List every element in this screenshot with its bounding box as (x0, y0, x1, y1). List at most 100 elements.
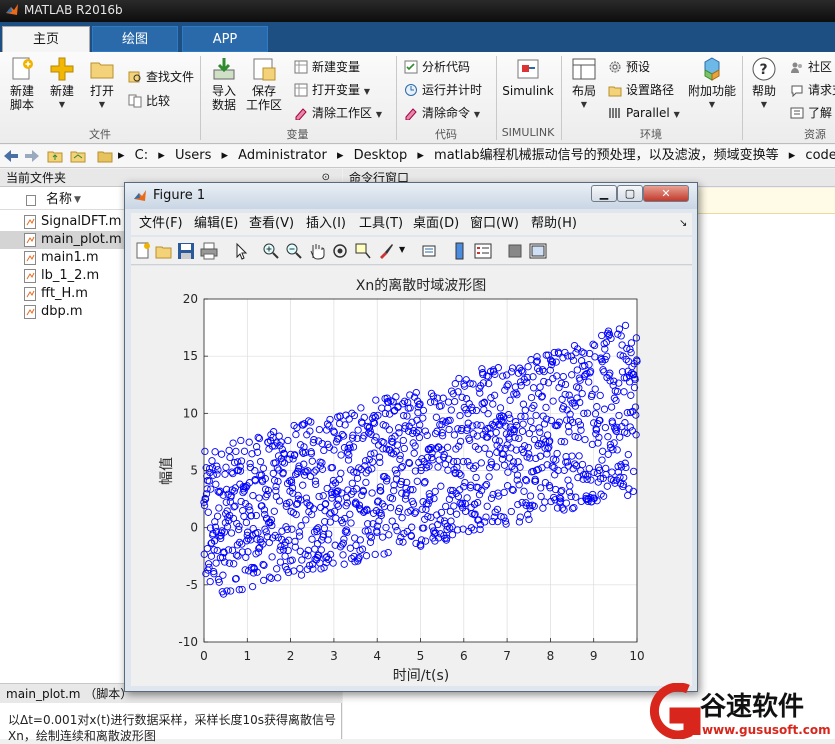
y-tick-label: 10 (183, 406, 198, 420)
folder-icon (97, 151, 113, 163)
request-support-button[interactable]: 请求支 (790, 81, 835, 99)
breadcrumb-item[interactable]: Desktop (354, 148, 408, 163)
crumb-separator: ▸ (336, 148, 344, 163)
preferences-button[interactable]: 预设 (608, 58, 650, 76)
community-label: 社区 (808, 60, 833, 74)
analyze-code-button[interactable]: 分析代码 (404, 58, 470, 76)
menu-help[interactable]: 帮助(H) (531, 213, 577, 235)
run-and-time-button[interactable]: 运行并计时 (404, 81, 482, 99)
tab-apps[interactable]: APP (182, 26, 268, 52)
breadcrumb-item[interactable]: Users (175, 148, 211, 163)
open-file-icon[interactable] (155, 242, 173, 260)
clear-workspace-button[interactable]: 清除工作区 ▼ (294, 104, 382, 122)
layout-label: 布局 (571, 84, 596, 98)
menu-overflow-icon[interactable]: ↘ (679, 213, 687, 235)
pointer-arrow-icon[interactable] (232, 242, 250, 260)
learn-button[interactable]: 了解 (790, 104, 832, 122)
forward-arrow-icon[interactable] (24, 149, 40, 163)
menu-insert[interactable]: 插入(I) (306, 213, 346, 235)
folder-open-icon (90, 62, 114, 79)
crumb-separator: ▸ (158, 148, 165, 163)
simulink-icon (517, 59, 539, 79)
help-button[interactable]: ? 帮助 ▼ (744, 56, 784, 112)
help-icon: ? (752, 57, 776, 81)
menu-window[interactable]: 窗口(W) (470, 213, 519, 235)
tab-plots[interactable]: 绘图 (92, 26, 178, 52)
import-data-button[interactable]: 导入 数据 (204, 56, 244, 112)
breadcrumb-item[interactable]: matlab编程机械振动信号的预处理，以及滤波，频域变换等 (434, 148, 779, 163)
menu-edit[interactable]: 编辑(E) (194, 213, 238, 235)
open-variable-button[interactable]: 打开变量 ▼ (294, 81, 370, 99)
community-button[interactable]: 社区 (790, 58, 832, 76)
matlab-figure-icon (134, 190, 146, 201)
file-name: main1.m (41, 250, 99, 265)
find-files-label: 查找文件 (146, 70, 195, 84)
watermark-brand: 谷速软件 (700, 692, 804, 722)
compare-button[interactable]: 比较 (128, 92, 170, 110)
support-icon (791, 85, 803, 97)
chevron-down-icon: ▼ (363, 87, 370, 96)
layout-button[interactable]: 布局 ▼ (564, 56, 604, 112)
community-icon (791, 62, 802, 73)
name-column-header[interactable]: 名称 (46, 190, 72, 210)
sort-arrow-icon: ▼ (74, 195, 81, 205)
m-file-icon (24, 305, 36, 319)
compare-icon (128, 94, 142, 108)
chevron-down-icon[interactable]: ▼ (399, 245, 405, 254)
show-plot-tools-icon[interactable] (529, 242, 547, 260)
rotate-3d-icon[interactable] (331, 242, 349, 260)
menu-file[interactable]: 文件(F) (139, 213, 183, 235)
figure-menu-bar: 文件(F) 编辑(E) 查看(V) 插入(I) 工具(T) 桌面(D) 窗口(W… (131, 213, 692, 235)
figure-title: Figure 1 (153, 188, 206, 203)
menu-tools[interactable]: 工具(T) (359, 213, 403, 235)
parallel-button[interactable]: Parallel ▼ (608, 104, 680, 122)
brush-icon[interactable] (377, 242, 395, 260)
hide-plot-tools-icon[interactable] (506, 242, 524, 260)
new-script-button[interactable]: 新建 脚本 (2, 56, 42, 112)
set-path-button[interactable]: 设置路径 (608, 81, 674, 99)
zoom-in-icon[interactable] (262, 242, 280, 260)
crumb-separator: ▸ (221, 148, 229, 163)
clear-commands-button[interactable]: 清除命令 ▼ (404, 104, 480, 122)
chevron-down-icon: ▼ (580, 100, 588, 109)
chevron-down-icon: ▼ (58, 100, 66, 109)
pan-hand-icon[interactable] (308, 242, 326, 260)
minimize-button[interactable]: ▁ (591, 185, 617, 202)
close-button[interactable]: ✕ (643, 185, 689, 202)
save-workspace-button[interactable]: 保存 工作区 (244, 56, 284, 112)
browse-folder-icon[interactable] (70, 149, 86, 163)
back-arrow-icon[interactable] (3, 149, 19, 163)
insert-legend-icon[interactable] (474, 242, 492, 260)
figure-title-bar[interactable]: Figure 1 ▁ ▢ ✕ (125, 183, 697, 209)
save-icon[interactable] (177, 242, 195, 260)
breadcrumb-item[interactable]: C: (135, 148, 148, 163)
scatter-chart[interactable]: 0 1 2 3 4 5 6 7 8 9 10 -10 -5 0 5 10 15 20 Xn的离散时域波形图 时间/… (131, 266, 692, 686)
print-icon[interactable] (200, 242, 218, 260)
ribbon: 新建 脚本 新建 ▼ 打开 ▼ 查找文件 比较 文件 导入 数据 保存 工作区 … (0, 52, 835, 144)
file-name: lb_1_2.m (41, 268, 100, 283)
simulink-button[interactable]: Simulink (500, 56, 556, 98)
menu-view[interactable]: 查看(V) (249, 213, 294, 235)
find-files-button[interactable]: 查找文件 (128, 68, 194, 86)
new-script-label-1: 新建 (9, 84, 34, 98)
gususoft-logo: 谷速软件 www.gususoft.com (649, 682, 831, 740)
maximize-button[interactable]: ▢ (617, 185, 643, 202)
data-cursor-icon[interactable] (354, 242, 372, 260)
menu-desktop[interactable]: 桌面(D) (413, 213, 459, 235)
insert-colorbar-icon[interactable] (451, 242, 469, 260)
tab-home[interactable]: 主页 (2, 26, 90, 52)
addons-button[interactable]: 附加功能 ▼ (686, 56, 738, 112)
y-axis-label: 幅值 (159, 457, 175, 485)
new-button[interactable]: 新建 ▼ (42, 56, 82, 112)
link-plot-icon[interactable] (421, 242, 439, 260)
open-button[interactable]: 打开 ▼ (82, 56, 122, 112)
breadcrumb-item[interactable]: code (805, 148, 835, 163)
new-variable-button[interactable]: 新建变量 (294, 58, 360, 76)
clear-workspace-label: 清除工作区 (312, 106, 373, 120)
new-figure-icon[interactable] (134, 242, 152, 260)
chevron-down-icon: ▼ (375, 110, 382, 119)
up-folder-icon[interactable] (47, 149, 63, 163)
breadcrumb-item[interactable]: Administrator (238, 148, 327, 163)
matlab-logo-icon (6, 4, 18, 15)
zoom-out-icon[interactable] (285, 242, 303, 260)
